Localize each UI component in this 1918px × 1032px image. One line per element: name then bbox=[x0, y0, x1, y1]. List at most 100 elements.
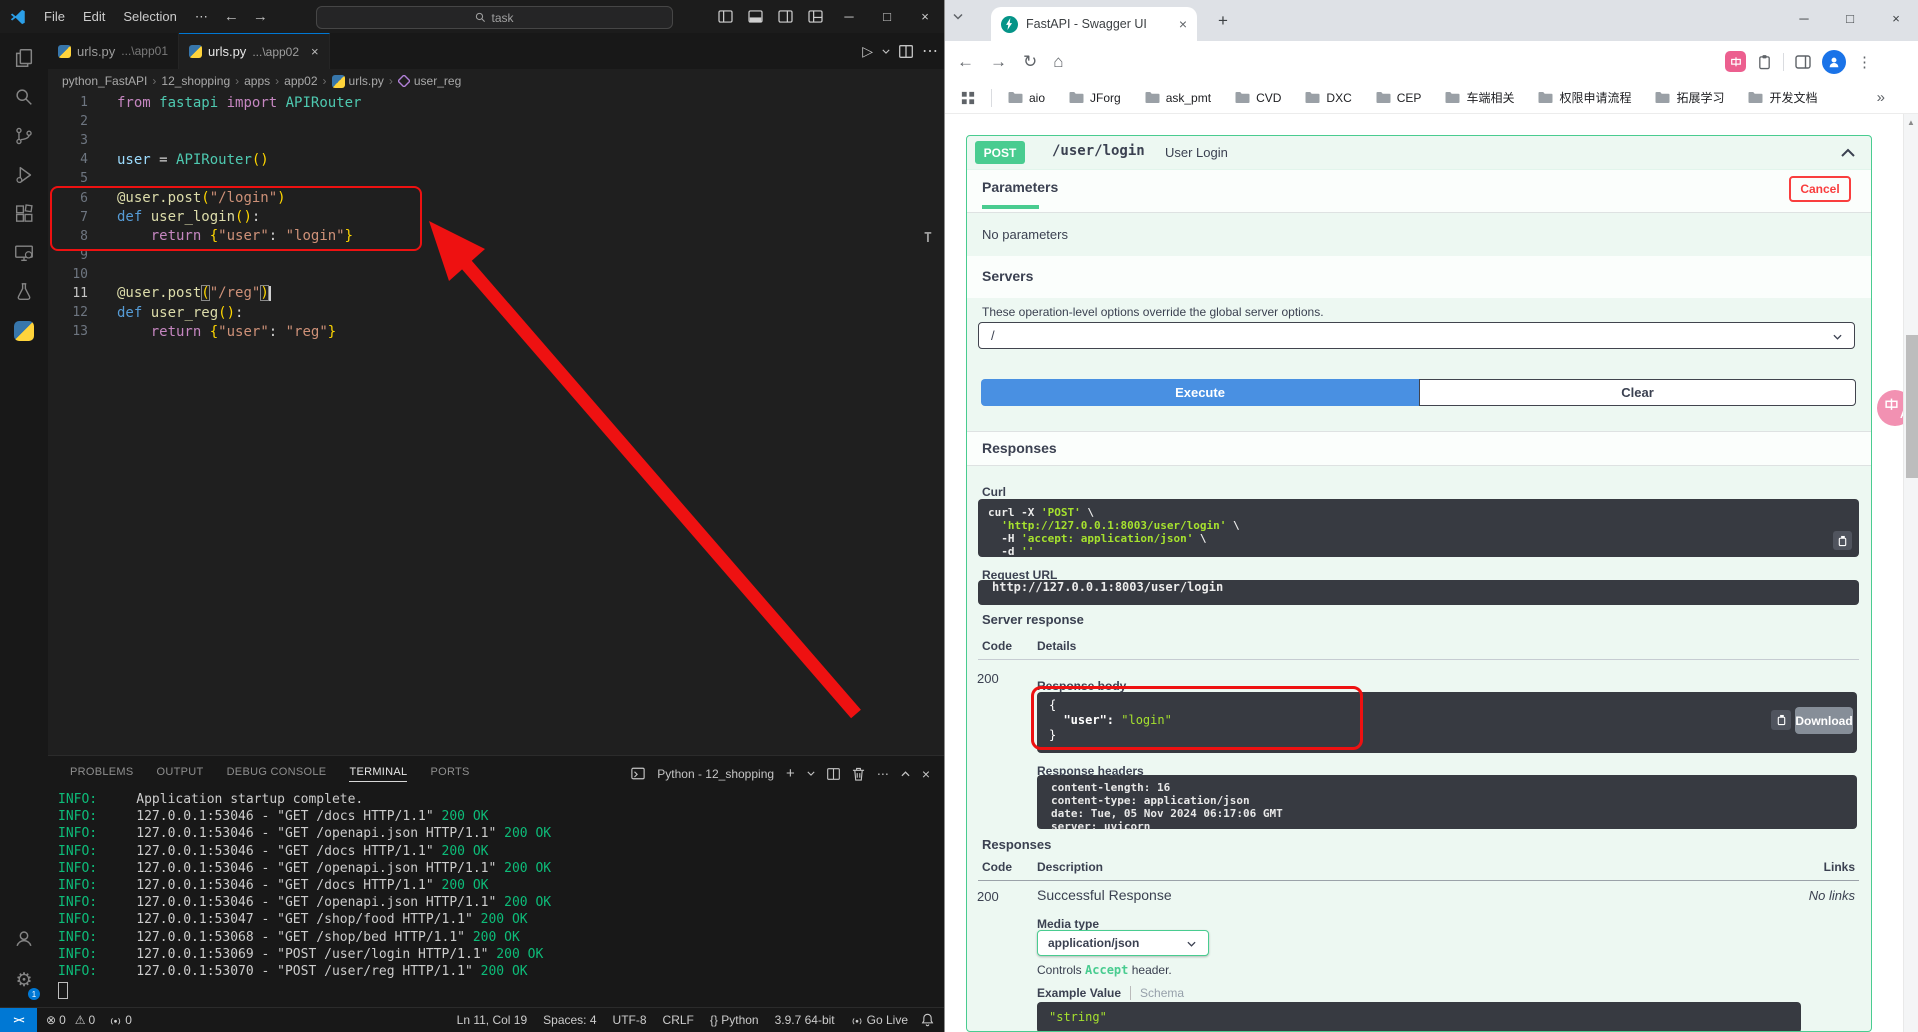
scrollbar-thumb[interactable] bbox=[1906, 335, 1918, 478]
bookmark-item[interactable]: CVD bbox=[1235, 91, 1281, 105]
run-python-file-icon[interactable]: ▷ bbox=[862, 43, 873, 60]
schema-tab[interactable]: Schema bbox=[1140, 986, 1184, 1000]
bookmark-item[interactable]: aio bbox=[1008, 91, 1045, 105]
split-editor-icon[interactable] bbox=[899, 45, 913, 58]
collapse-chevron-icon[interactable] bbox=[1841, 148, 1855, 157]
editor-tab[interactable]: urls.py...\app02× bbox=[179, 33, 330, 69]
panel-tab-terminal[interactable]: TERMINAL bbox=[349, 766, 407, 782]
notifications-bell-icon[interactable] bbox=[921, 1013, 934, 1027]
bookmark-item[interactable]: 开发文档 bbox=[1748, 89, 1817, 106]
bookmark-item[interactable]: 拓展学习 bbox=[1655, 89, 1724, 106]
terminal-dropdown-icon[interactable] bbox=[807, 771, 815, 776]
close-button[interactable]: × bbox=[1873, 0, 1918, 36]
close-button[interactable]: × bbox=[906, 0, 944, 33]
nav-back-icon[interactable]: ← bbox=[217, 8, 246, 25]
translate-extension-icon[interactable] bbox=[1725, 51, 1746, 72]
customize-layout-icon[interactable] bbox=[800, 10, 830, 23]
extensions-icon[interactable] bbox=[0, 196, 48, 232]
bookmark-item[interactable]: DXC bbox=[1305, 91, 1351, 105]
breadcrumb-item[interactable]: 12_shopping bbox=[161, 74, 230, 88]
run-debug-icon[interactable] bbox=[0, 157, 48, 193]
search-icon[interactable] bbox=[0, 79, 48, 115]
toggle-sidebar-icon[interactable] bbox=[710, 10, 740, 23]
panel-tab-output[interactable]: OUTPUT bbox=[157, 766, 204, 782]
browser-tab[interactable]: FastAPI - Swagger UI × bbox=[991, 7, 1197, 41]
server-select[interactable]: / bbox=[978, 322, 1855, 349]
tab-search-icon[interactable] bbox=[953, 13, 963, 20]
media-type-select[interactable]: application/json bbox=[1037, 930, 1209, 956]
menu-item[interactable]: Selection bbox=[114, 9, 185, 25]
minimize-button[interactable]: ─ bbox=[830, 0, 868, 33]
breadcrumb-item[interactable]: user_reg bbox=[398, 74, 461, 88]
code-editor[interactable]: 1from fastapi import APIRouter234user = … bbox=[48, 93, 926, 341]
statusbar-item[interactable]: Go Live bbox=[851, 1013, 908, 1027]
toggle-secondary-sidebar-icon[interactable] bbox=[770, 10, 800, 23]
statusbar-item[interactable]: {} Python bbox=[710, 1013, 759, 1027]
statusbar-item[interactable]: UTF-8 bbox=[613, 1013, 647, 1027]
command-center-search[interactable]: task bbox=[316, 6, 673, 29]
panel-more-icon[interactable]: ⋯ bbox=[877, 767, 889, 781]
close-panel-icon[interactable]: × bbox=[922, 766, 930, 782]
cancel-button[interactable]: Cancel bbox=[1789, 176, 1851, 202]
apps-grid-icon[interactable] bbox=[961, 91, 975, 105]
editor-tab[interactable]: urls.py...\app01 bbox=[48, 33, 179, 69]
maximize-button[interactable]: □ bbox=[868, 0, 906, 33]
download-button[interactable]: Download bbox=[1795, 707, 1853, 734]
run-dropdown-icon[interactable] bbox=[882, 49, 890, 54]
breadcrumb-item[interactable]: python_FastAPI bbox=[62, 74, 147, 88]
clear-button[interactable]: Clear bbox=[1419, 379, 1856, 406]
menu-item[interactable]: ⋯ bbox=[186, 9, 217, 25]
remote-explorer-icon[interactable] bbox=[0, 235, 48, 271]
statusbar-item[interactable]: Ln 11, Col 19 bbox=[457, 1013, 528, 1027]
terminal-shell-label[interactable]: Python - 12_shopping bbox=[657, 767, 774, 781]
example-value-tab[interactable]: Example Value bbox=[1037, 986, 1131, 1000]
panel-tab-debug-console[interactable]: DEBUG CONSOLE bbox=[227, 766, 327, 782]
maximize-button[interactable]: □ bbox=[1827, 0, 1873, 36]
scroll-up-icon[interactable]: ▲ bbox=[1907, 118, 1915, 127]
nav-forward-icon[interactable]: → bbox=[246, 8, 275, 25]
extension-icon[interactable] bbox=[1757, 54, 1772, 70]
bookmark-item[interactable]: 权限申请流程 bbox=[1538, 89, 1631, 106]
tab-close-icon[interactable]: × bbox=[311, 44, 319, 59]
statusbar-item[interactable]: 3.9.7 64-bit bbox=[775, 1013, 835, 1027]
copy-icon[interactable] bbox=[1833, 531, 1852, 550]
settings-gear-icon[interactable]: ⚙1 bbox=[0, 962, 48, 998]
menu-item[interactable]: File bbox=[35, 9, 74, 25]
home-icon[interactable]: ⌂ bbox=[1053, 52, 1063, 72]
profile-avatar[interactable] bbox=[1822, 50, 1846, 74]
breadcrumb-item[interactable]: urls.py bbox=[332, 74, 384, 88]
bookmark-item[interactable]: ask_pmt bbox=[1145, 91, 1211, 105]
bookmarks-overflow[interactable]: » bbox=[1877, 89, 1885, 106]
problems-warnings[interactable]: ⚠0 bbox=[75, 1013, 95, 1027]
copy-icon[interactable] bbox=[1771, 710, 1791, 730]
bookmark-item[interactable]: JForg bbox=[1069, 91, 1121, 105]
breadcrumb-item[interactable]: app02 bbox=[284, 74, 317, 88]
new-terminal-icon[interactable]: + bbox=[786, 765, 795, 782]
testing-icon[interactable] bbox=[0, 274, 48, 310]
bookmark-item[interactable]: CEP bbox=[1376, 91, 1422, 105]
reload-icon[interactable]: ↻ bbox=[1023, 52, 1037, 72]
terminal-output[interactable]: INFO: Application startup complete.INFO:… bbox=[58, 791, 551, 980]
toggle-panel-icon[interactable] bbox=[740, 10, 770, 23]
problems-errors[interactable]: ⊗0 bbox=[46, 1013, 66, 1027]
scrollbar[interactable]: ▲ bbox=[1903, 114, 1918, 1032]
tab-close-icon[interactable]: × bbox=[1179, 16, 1187, 32]
side-panel-icon[interactable] bbox=[1795, 55, 1811, 69]
statusbar-item[interactable]: Spaces: 4 bbox=[543, 1013, 596, 1027]
source-control-icon[interactable] bbox=[0, 118, 48, 154]
menu-item[interactable]: Edit bbox=[74, 9, 114, 25]
forwarded-ports[interactable]: 0 bbox=[109, 1013, 132, 1027]
accounts-icon[interactable] bbox=[0, 920, 48, 956]
forward-icon[interactable]: → bbox=[990, 52, 1007, 72]
execute-button[interactable]: Execute bbox=[981, 379, 1419, 406]
bookmark-item[interactable]: 车端相关 bbox=[1445, 89, 1514, 106]
more-actions-icon[interactable]: ⋯ bbox=[922, 41, 938, 61]
maximize-panel-icon[interactable] bbox=[901, 771, 910, 777]
operation-summary[interactable]: POST /user/login User Login bbox=[967, 136, 1871, 170]
panel-tab-ports[interactable]: PORTS bbox=[430, 766, 469, 782]
minimize-button[interactable]: ─ bbox=[1781, 0, 1827, 36]
remote-indicator[interactable]: >< bbox=[0, 1008, 37, 1032]
panel-tab-problems[interactable]: PROBLEMS bbox=[70, 766, 134, 782]
breadcrumb-item[interactable]: apps bbox=[244, 74, 270, 88]
statusbar-item[interactable]: CRLF bbox=[663, 1013, 694, 1027]
